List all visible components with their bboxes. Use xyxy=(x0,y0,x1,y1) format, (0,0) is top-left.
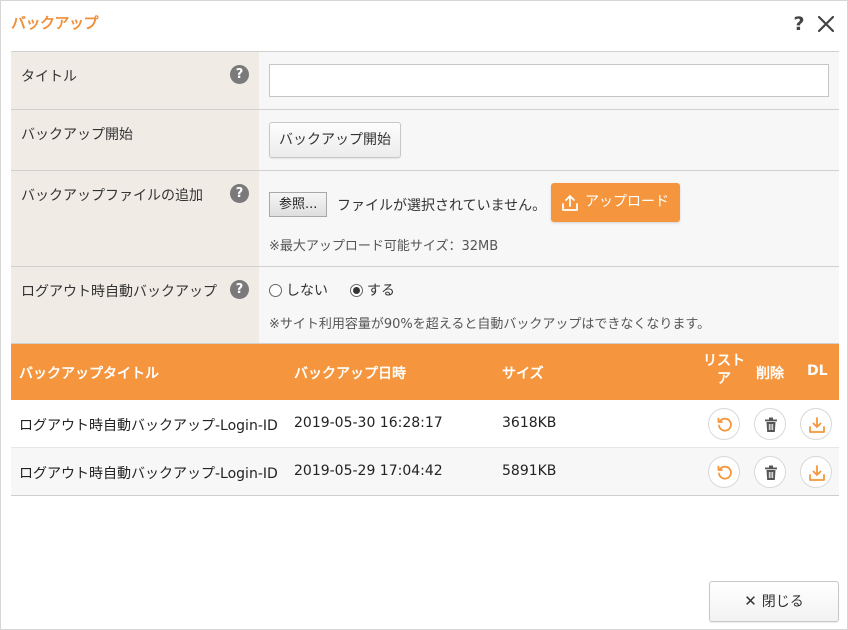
row-title: タイトル ? xyxy=(11,52,839,110)
restore-button[interactable] xyxy=(708,408,740,440)
browse-button[interactable]: 参照... xyxy=(269,192,328,217)
radio-on[interactable] xyxy=(350,283,363,297)
backup-table: バックアップタイトル バックアップ日時 サイズ リスト ア 削除 DL ログアウ… xyxy=(11,344,839,496)
row-datetime: 2019-05-30 16:28:17 xyxy=(294,415,443,431)
max-size-note: ※最大アップロード可能サイズ：32MB xyxy=(269,239,499,254)
row-label: ログアウト時自動バックアップ ? xyxy=(11,267,259,343)
restore-button[interactable] xyxy=(708,456,740,488)
upload-icon xyxy=(562,195,578,211)
row-value xyxy=(259,52,839,109)
start-backup-button[interactable]: バックアップ開始 xyxy=(269,122,401,158)
header-title: バックアップタイトル xyxy=(19,366,159,382)
header-dl: DL xyxy=(807,363,828,379)
title-label: タイトル xyxy=(21,69,77,85)
start-backup-label: バックアップ開始 xyxy=(21,127,133,143)
row-label: バックアップファイルの追加 ? xyxy=(11,171,259,266)
table-row: ログアウト時自動バックアップ-Login-ID 2019-05-30 16:28… xyxy=(11,400,839,448)
radio-on-label[interactable]: する xyxy=(367,280,395,300)
upload-button[interactable]: アップロード xyxy=(551,183,680,222)
row-title: ログアウト時自動バックアップ-Login-ID xyxy=(19,418,278,434)
row-label: バックアップ開始 xyxy=(11,110,259,170)
row-label: タイトル ? xyxy=(11,52,259,109)
row-size: 3618KB xyxy=(502,415,557,431)
header-restore-line2: ア xyxy=(717,371,731,387)
header-restore: リスト ア xyxy=(699,352,749,388)
row-value: 参照... ファイルが選択されていません。 アップロード ※最大アップロード可能… xyxy=(259,171,839,266)
row-add-backup-file: バックアップファイルの追加 ? 参照... ファイルが選択されていません。 アッ… xyxy=(11,171,839,267)
trash-icon xyxy=(765,465,777,480)
header-delete: 削除 xyxy=(756,366,784,382)
auto-backup-radio-group: しない する xyxy=(269,280,417,300)
auto-backup-note: ※サイト利用容量が90%を超えると自動バックアップはできなくなります。 xyxy=(269,317,711,332)
row-datetime: 2019-05-29 17:04:42 xyxy=(294,463,443,479)
add-backup-file-label: バックアップファイルの追加 xyxy=(21,188,203,204)
close-button[interactable]: ✕ 閉じる xyxy=(709,581,839,622)
download-icon xyxy=(809,417,825,433)
row-start-backup: バックアップ開始 バックアップ開始 xyxy=(11,110,839,171)
close-button-label: 閉じる xyxy=(761,594,804,610)
auto-backup-label: ログアウト時自動バックアップ xyxy=(21,284,217,300)
row-auto-backup: ログアウト時自動バックアップ ? しない する ※サイト利用容量が90%を超える… xyxy=(11,267,839,344)
header-size: サイズ xyxy=(502,366,544,382)
help-icon[interactable]: ? xyxy=(789,13,809,35)
row-title: ログアウト時自動バックアップ-Login-ID xyxy=(19,466,278,482)
row-value: しない する ※サイト利用容量が90%を超えると自動バックアップはできなくなりま… xyxy=(259,267,839,343)
delete-button[interactable] xyxy=(754,456,786,488)
close-icon[interactable] xyxy=(815,13,837,35)
trash-icon xyxy=(765,417,777,432)
radio-off-label[interactable]: しない xyxy=(286,280,328,300)
download-button[interactable] xyxy=(800,456,832,488)
dialog-title: バックアップ xyxy=(11,14,99,32)
question-icon[interactable]: ? xyxy=(230,184,249,203)
table-header: バックアップタイトル バックアップ日時 サイズ リスト ア 削除 DL xyxy=(11,344,839,400)
close-x-icon: ✕ xyxy=(744,592,757,610)
delete-button[interactable] xyxy=(754,408,786,440)
backup-dialog: バックアップ ? タイトル ? バックアップ開始 バックアップ開始 バックアップ… xyxy=(0,0,848,630)
restore-icon xyxy=(717,465,732,480)
dialog-titlebar: バックアップ ? xyxy=(1,1,847,47)
title-input[interactable] xyxy=(269,64,829,97)
download-button[interactable] xyxy=(800,408,832,440)
download-icon xyxy=(809,465,825,481)
header-datetime: バックアップ日時 xyxy=(294,366,406,382)
restore-icon xyxy=(717,417,732,432)
row-size: 5891KB xyxy=(502,463,557,479)
header-restore-line1: リスト xyxy=(703,353,745,369)
question-icon[interactable]: ? xyxy=(230,65,249,84)
question-icon[interactable]: ? xyxy=(230,280,249,299)
row-value: バックアップ開始 xyxy=(259,110,839,170)
file-status-text: ファイルが選択されていません。 xyxy=(337,198,547,214)
backup-form: タイトル ? バックアップ開始 バックアップ開始 バックアップファイルの追加 ?… xyxy=(11,51,839,344)
upload-button-label: アップロード xyxy=(585,194,669,210)
radio-off[interactable] xyxy=(269,283,282,297)
table-row: ログアウト時自動バックアップ-Login-ID 2019-05-29 17:04… xyxy=(11,448,839,496)
